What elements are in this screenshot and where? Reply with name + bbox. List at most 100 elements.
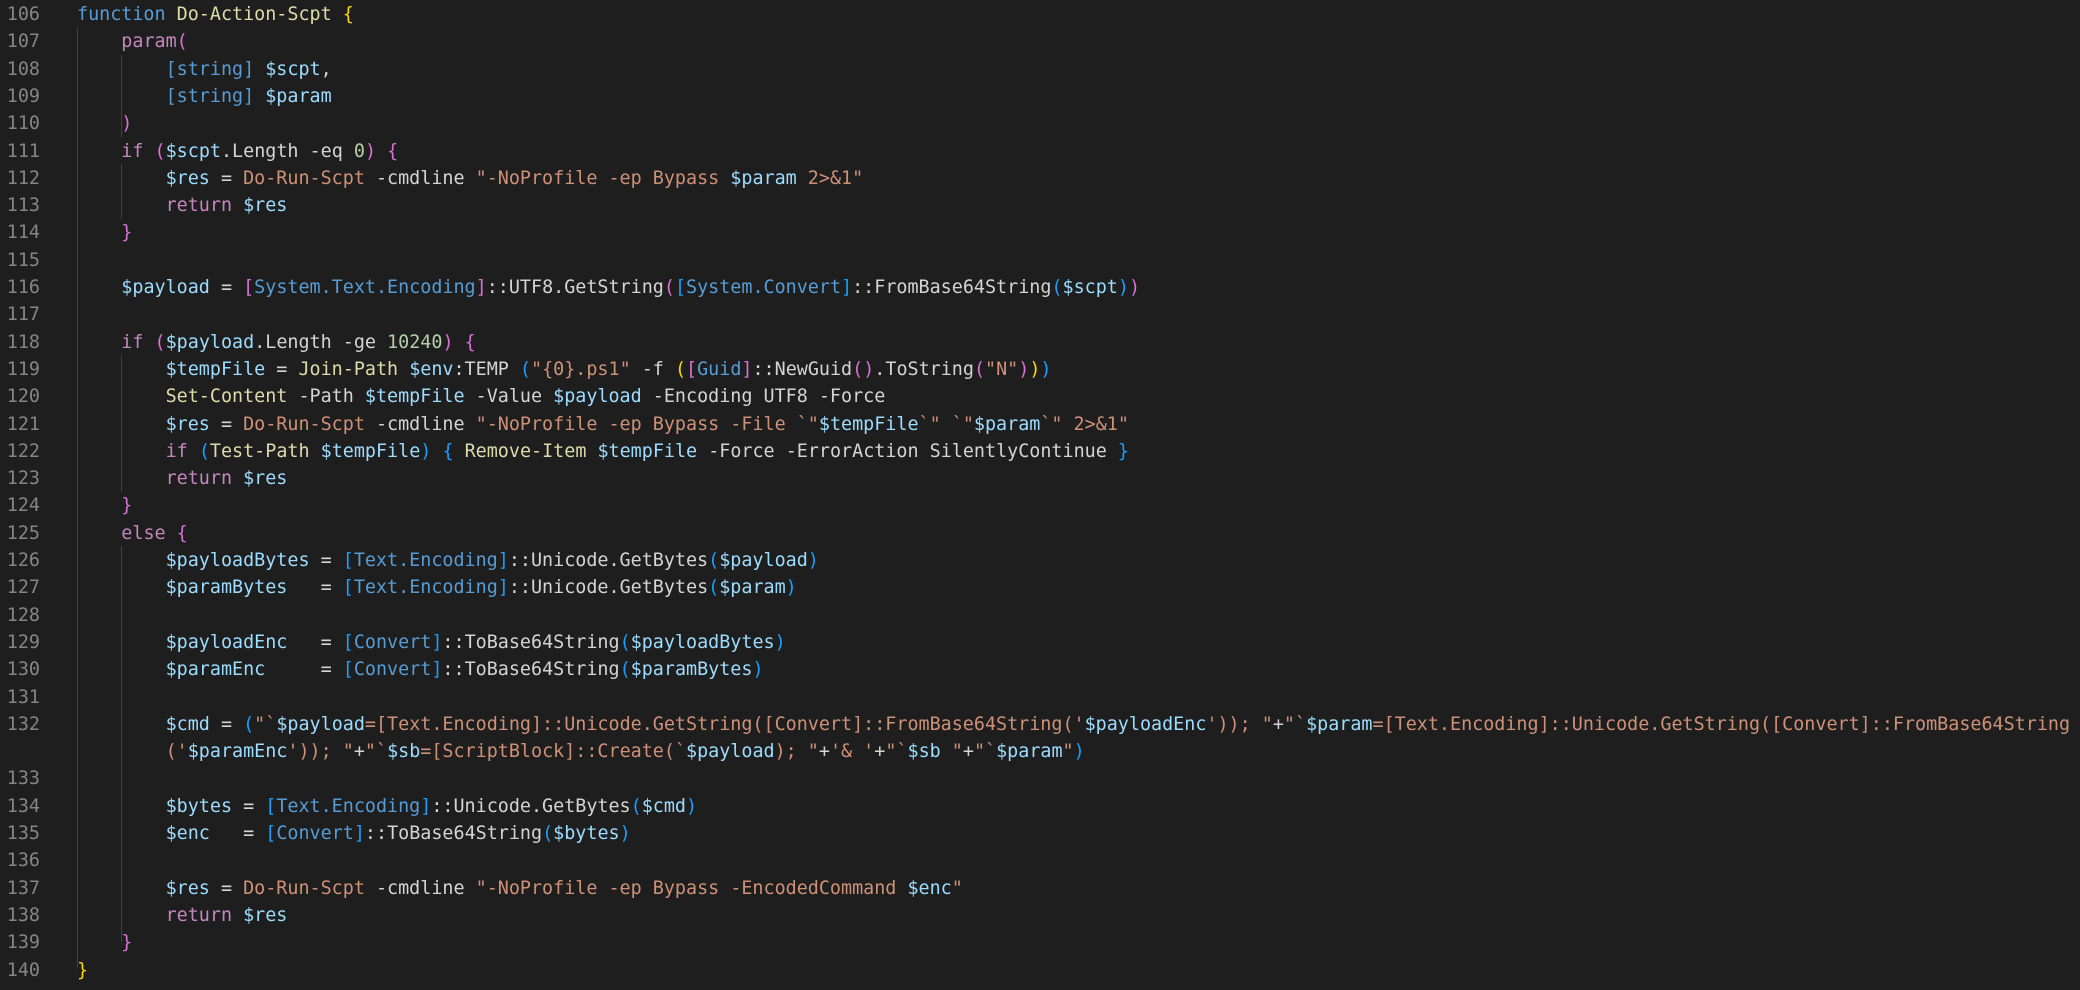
- code-token: $payload: [121, 277, 210, 298]
- code-token: (: [154, 331, 166, 353]
- code-line[interactable]: 117: [0, 301, 2080, 328]
- code-line[interactable]: 131: [0, 684, 2080, 711]
- code-token: Guid: [697, 358, 742, 380]
- code-line[interactable]: 126 $payloadBytes = [Text.Encoding]::Uni…: [0, 547, 2080, 574]
- code-token: else: [121, 522, 166, 544]
- code-token: Set-Content: [165, 386, 288, 408]
- line-number: 128: [6, 604, 40, 626]
- code-token: $sb: [387, 741, 421, 763]
- code-line[interactable]: 108 [string] $scpt,: [0, 56, 2080, 83]
- code-line[interactable]: 132 $cmd = ("`$payload=[Text.Encoding]::…: [0, 711, 2080, 738]
- code-line[interactable]: 123 return $res: [0, 465, 2080, 492]
- line-code: }: [77, 957, 88, 984]
- code-line[interactable]: 120 Set-Content -Path $tempFile -Value $…: [0, 383, 2080, 410]
- code-line[interactable]: 128: [0, 602, 2080, 629]
- code-token: ')); ": [1206, 713, 1273, 735]
- code-token: ): [785, 577, 797, 599]
- line-number: 116: [6, 277, 40, 298]
- line-number: 115: [6, 249, 40, 271]
- code-line[interactable]: 130 $paramEnc = [Convert]::ToBase64Strin…: [0, 656, 2080, 683]
- line-code: if ($scpt.Length -eq 0) {: [77, 138, 398, 165]
- code-token: $param: [730, 167, 797, 189]
- code-token: [: [674, 277, 687, 298]
- code-line[interactable]: 112 $res = Do-Run-Scpt -cmdline "-NoProf…: [0, 165, 2080, 192]
- code-token: `" `": [918, 413, 974, 435]
- code-line[interactable]: 136: [0, 847, 2080, 874]
- code-line[interactable]: 125 else {: [0, 520, 2080, 547]
- code-token: [string]: [165, 85, 255, 107]
- code-line[interactable]: 124 }: [0, 492, 2080, 519]
- code-line[interactable]: 106 function Do-Action-Scpt {: [0, 1, 2080, 28]
- code-line[interactable]: 135 $enc = [Convert]::ToBase64String($by…: [0, 820, 2080, 847]
- line-number: 137: [6, 877, 40, 899]
- code-token: (: [176, 31, 188, 53]
- code-token: (: [619, 659, 631, 681]
- code-line[interactable]: 119 $tempFile = Join-Path $env:TEMP ("{0…: [0, 356, 2080, 383]
- code-line[interactable]: 110 ): [0, 110, 2080, 137]
- code-line[interactable]: 113 return $res: [0, 192, 2080, 219]
- line-number: 113: [6, 195, 40, 217]
- code-token: ): [1018, 358, 1030, 380]
- code-line[interactable]: 133: [0, 765, 2080, 792]
- line-number: 134: [6, 795, 40, 817]
- code-line[interactable]: 111 if ($scpt.Length -eq 0) {: [0, 138, 2080, 165]
- line-code: $payloadBytes = [Text.Encoding]::Unicode…: [77, 547, 819, 574]
- code-line[interactable]: 107 param(: [0, 28, 2080, 55]
- code-token: $res: [165, 877, 210, 899]
- code-token: ): [619, 823, 631, 844]
- code-token: $payloadEnc: [1084, 713, 1207, 735]
- code-token: =[Text.Encoding]::Unicode.GetString([Con…: [1372, 713, 2071, 735]
- code-token: ": [940, 741, 963, 763]
- code-token: +: [818, 741, 830, 763]
- code-token: ): [364, 140, 377, 162]
- code-token: $payload: [719, 550, 808, 571]
- line-code: $cmd = ("`$payload=[Text.Encoding]::Unic…: [77, 711, 2070, 738]
- code-token: }: [121, 222, 133, 244]
- code-line[interactable]: 134 $bytes = [Text.Encoding]::Unicode.Ge…: [0, 793, 2080, 820]
- code-line[interactable]: 115: [0, 247, 2080, 274]
- line-number: 123: [6, 468, 40, 490]
- code-token: +: [962, 741, 974, 763]
- code-token: $bytes: [165, 795, 233, 817]
- code-token: {: [342, 4, 354, 25]
- code-token: Convert: [353, 659, 432, 681]
- code-line[interactable]: 121 $res = Do-Run-Scpt -cmdline "-NoProf…: [0, 411, 2080, 438]
- code-line[interactable]: 140}: [0, 957, 2080, 984]
- line-number: 120: [6, 386, 40, 408]
- code-token: $payload: [165, 331, 255, 353]
- code-line[interactable]: 118 if ($payload.Length -ge 10240) {: [0, 329, 2080, 356]
- code-token: ::NewGuid: [752, 358, 853, 380]
- code-token: "-NoProfile -ep Bypass -EncodedCommand: [475, 877, 908, 899]
- code-line[interactable]: 122 if (Test-Path $tempFile) { Remove-It…: [0, 438, 2080, 465]
- code-token: ::Unicode.GetBytes: [508, 577, 709, 599]
- code-token: (: [674, 358, 687, 380]
- line-code: else {: [77, 520, 187, 547]
- code-token: ): [774, 631, 786, 653]
- line-number: 124: [6, 495, 40, 517]
- code-line[interactable]: 137 $res = Do-Run-Scpt -cmdline "-NoProf…: [0, 875, 2080, 902]
- code-token: ::Unicode.GetBytes: [431, 795, 631, 817]
- code-editor[interactable]: 106 function Do-Action-Scpt {107 param(10…: [0, 0, 2080, 990]
- code-line[interactable]: 138 return $res: [0, 902, 2080, 929]
- line-number: 136: [6, 850, 40, 872]
- code-token: $res: [243, 904, 288, 926]
- code-line[interactable]: 116 $payload = [System.Text.Encoding]::U…: [0, 274, 2080, 301]
- code-line[interactable]: 127 $paramBytes = [Text.Encoding]::Unico…: [0, 574, 2080, 601]
- line-code: $res = Do-Run-Scpt -cmdline "-NoProfile …: [77, 875, 963, 902]
- code-token: $payload: [686, 741, 775, 763]
- code-line[interactable]: 139 }: [0, 929, 2080, 956]
- code-line[interactable]: 129 $payloadEnc = [Convert]::ToBase64Str…: [0, 629, 2080, 656]
- code-line[interactable]: 114 }: [0, 219, 2080, 246]
- line-number: 111: [6, 140, 40, 162]
- code-token: (': [165, 741, 188, 763]
- code-token: ::Unicode.GetBytes: [508, 550, 709, 571]
- code-line[interactable]: 109 [string] $param: [0, 83, 2080, 110]
- code-token: -cmdline: [364, 167, 476, 189]
- code-line[interactable]: ('$paramEnc')); "+"`$sb=[ScriptBlock]::C…: [0, 738, 2080, 765]
- code-token: ): [1029, 358, 1041, 380]
